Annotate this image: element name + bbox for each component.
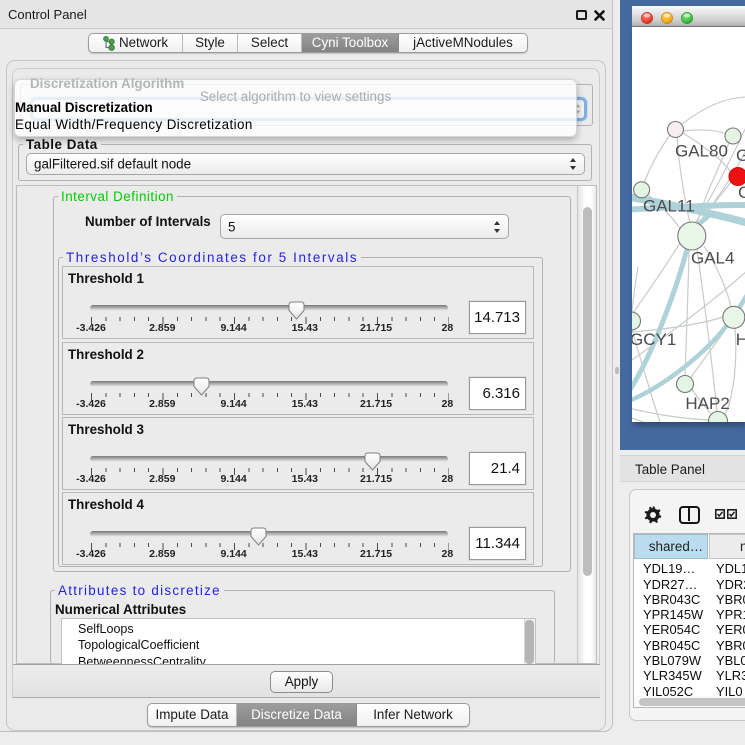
svg-text:GA: GA [736, 146, 745, 165]
svg-text:GAL80: GAL80 [675, 142, 728, 161]
svg-text:C: C [738, 183, 745, 202]
svg-text:GAL11: GAL11 [643, 197, 695, 216]
svg-text:GAL4: GAL4 [691, 249, 734, 268]
svg-text:HAP2: HAP2 [685, 394, 729, 413]
svg-text:GCY1: GCY1 [632, 330, 676, 349]
svg-text:H: H [736, 330, 745, 349]
